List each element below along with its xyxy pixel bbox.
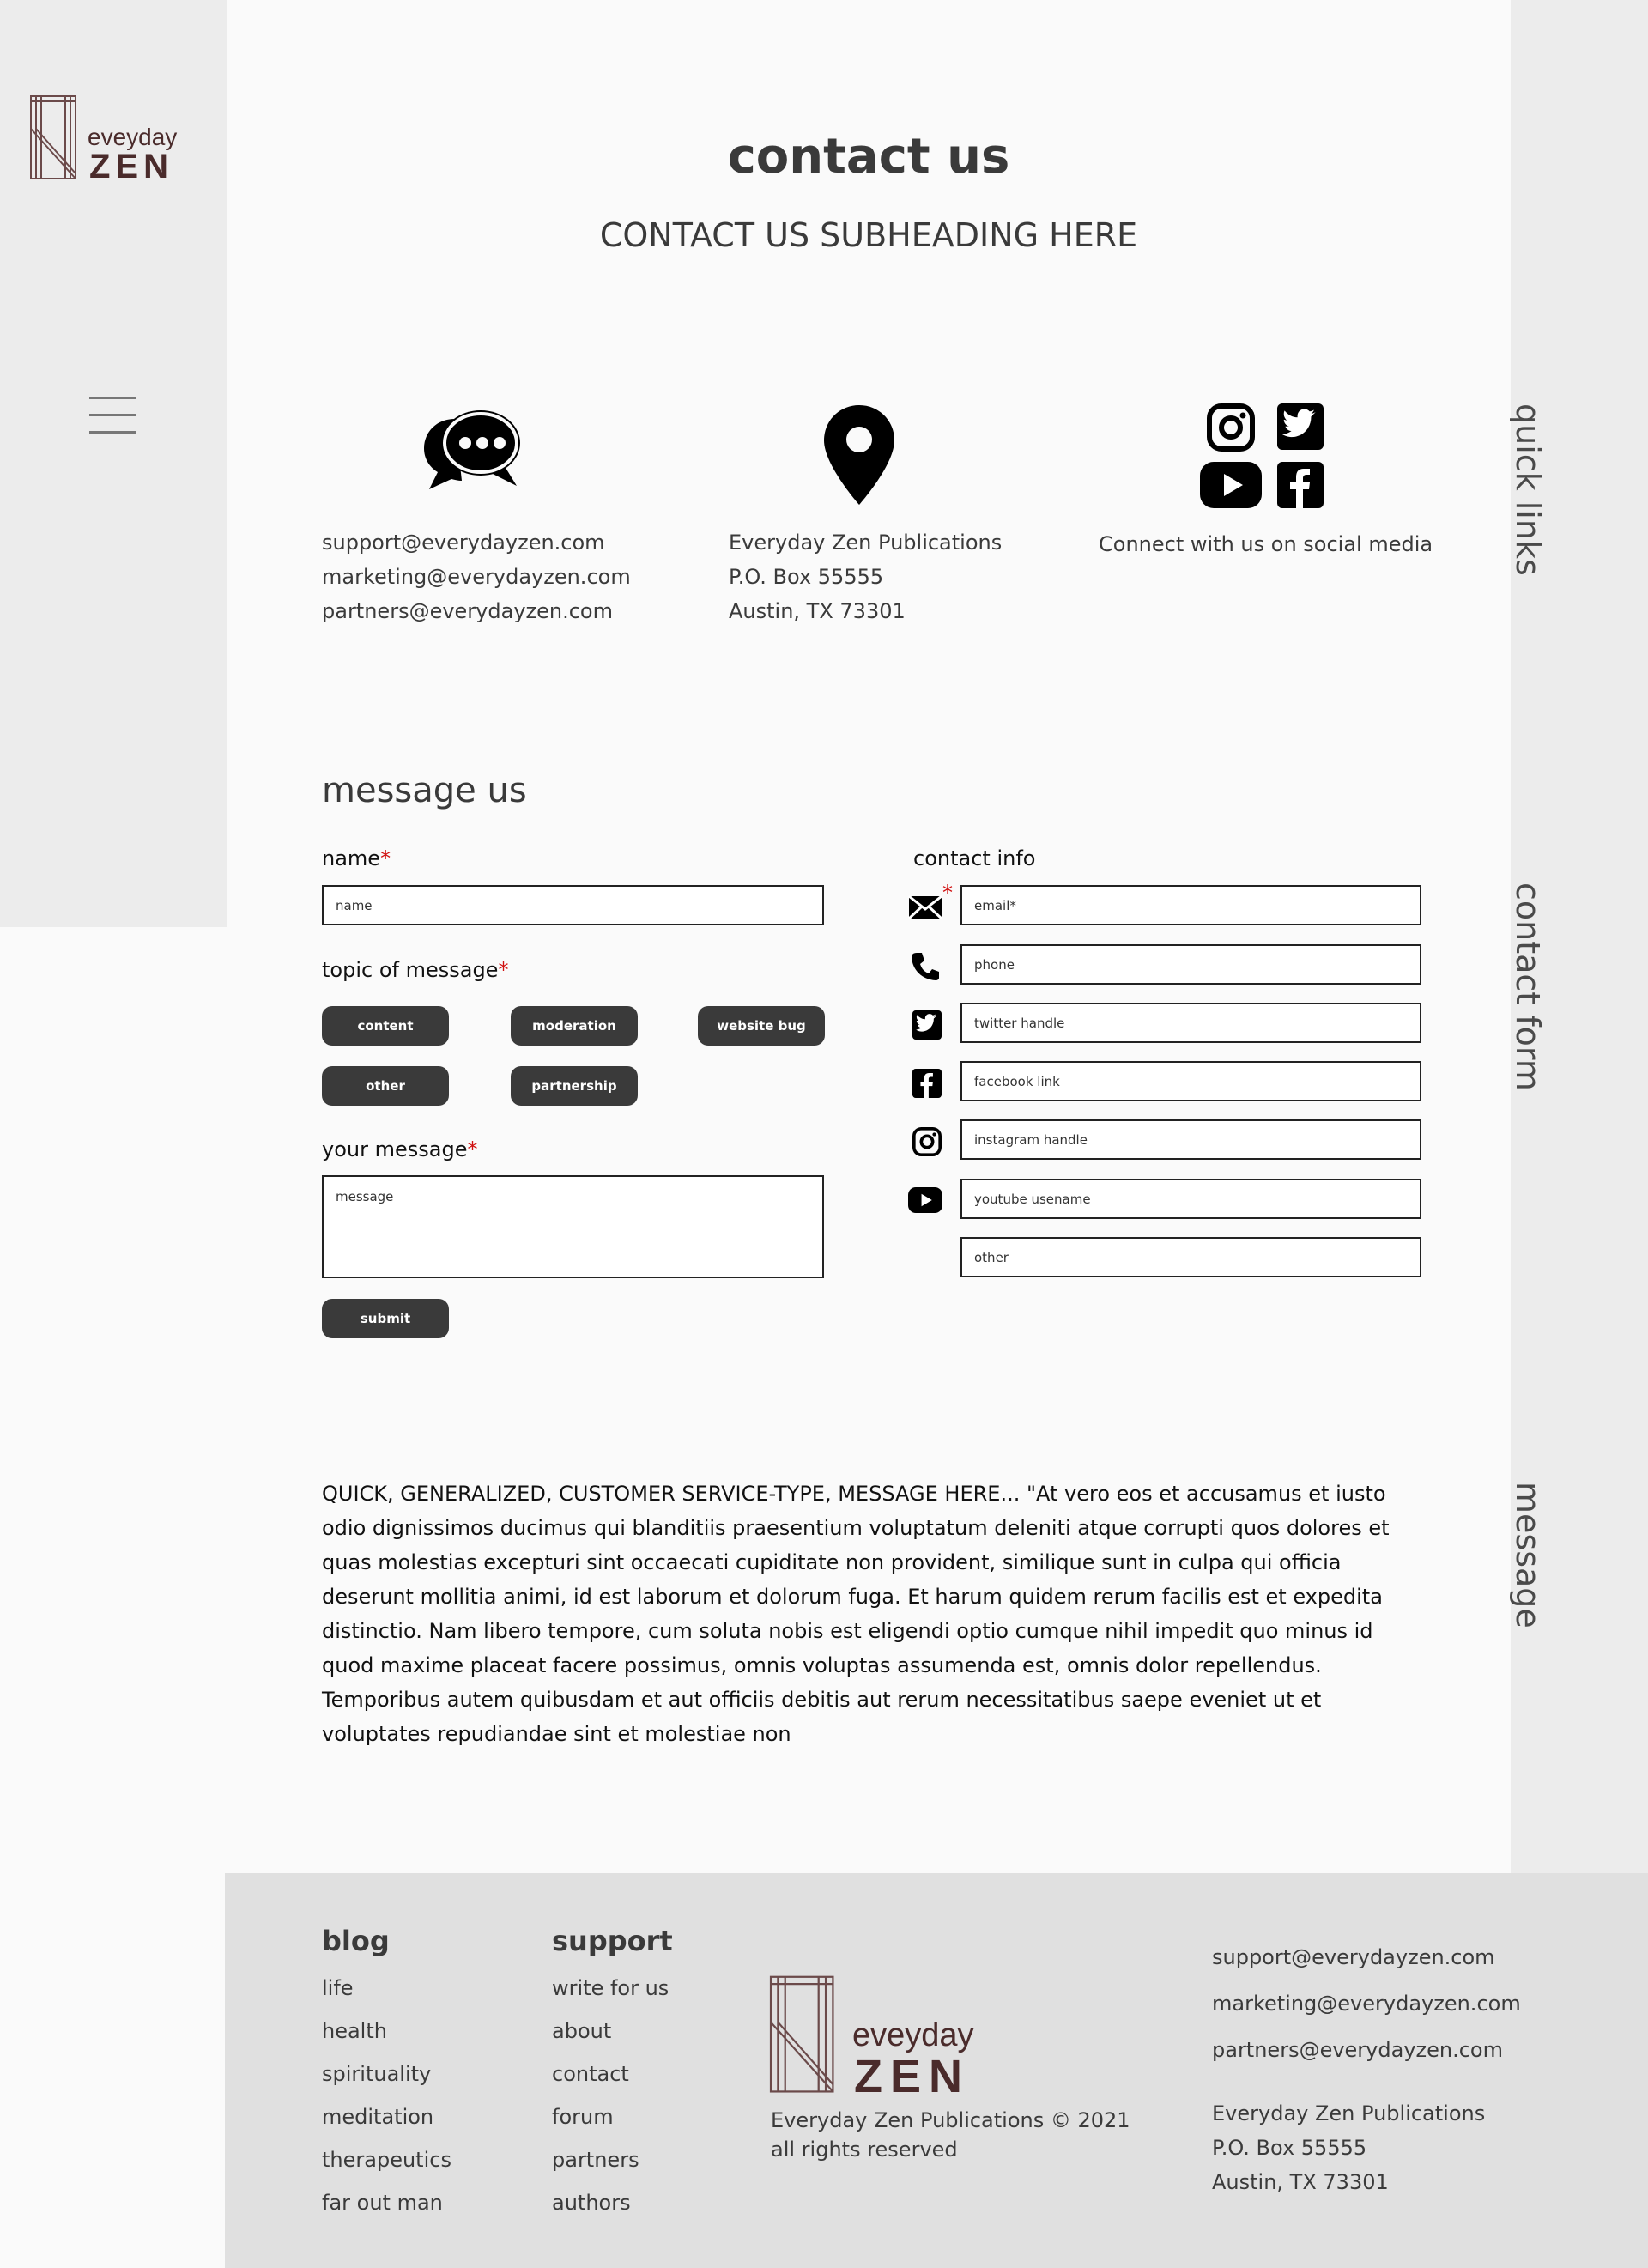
youtube-input[interactable] bbox=[960, 1179, 1421, 1219]
logo-mark-icon bbox=[769, 1975, 834, 2093]
youtube-icon[interactable] bbox=[1200, 462, 1262, 508]
page-title: contact us bbox=[727, 129, 1010, 185]
footer-blog-heading: blog bbox=[322, 1925, 390, 1957]
footer-address-line: Everyday Zen Publications bbox=[1212, 2101, 1486, 2125]
footer-link-health[interactable]: health bbox=[322, 2019, 387, 2043]
logo-word-bottom: ZEN bbox=[89, 148, 173, 185]
support-emails: support@everydayzen.com marketing@everyd… bbox=[322, 525, 631, 628]
footer-email-marketing[interactable]: marketing@everydayzen.com bbox=[1212, 1992, 1521, 2016]
address-line: P.O. Box 55555 bbox=[729, 565, 884, 589]
logo-word-top: eveyday bbox=[852, 2017, 974, 2053]
twitter-input[interactable] bbox=[960, 1003, 1421, 1043]
logo-word-bottom: ZEN bbox=[854, 2051, 970, 2102]
topic-partnership-button[interactable]: partnership bbox=[511, 1066, 638, 1106]
topic-label: topic of message* bbox=[322, 958, 508, 982]
form-title: message us bbox=[322, 771, 527, 810]
instagram-icon bbox=[910, 1125, 944, 1159]
message-label-text: your message bbox=[322, 1137, 468, 1161]
address-line: Austin, TX 73301 bbox=[729, 599, 906, 623]
facebook-icon[interactable] bbox=[1277, 462, 1324, 508]
footer-link-write-for-us[interactable]: write for us bbox=[552, 1976, 669, 2000]
topic-content-button[interactable]: content bbox=[322, 1006, 449, 1046]
logo-mark-icon bbox=[30, 95, 76, 179]
chat-bubbles-icon bbox=[424, 410, 520, 489]
message-label: your message* bbox=[322, 1137, 477, 1161]
brand-logo[interactable]: eveyday ZEN bbox=[29, 94, 192, 185]
hamburger-menu-icon[interactable] bbox=[89, 397, 136, 434]
email-input[interactable] bbox=[960, 885, 1421, 925]
footer-link-life[interactable]: life bbox=[322, 1976, 354, 2000]
footer-link-forum[interactable]: forum bbox=[552, 2105, 614, 2129]
footer-link-partners[interactable]: partners bbox=[552, 2148, 639, 2172]
contact-info-label: contact info bbox=[913, 846, 1036, 870]
topic-label-text: topic of message bbox=[322, 958, 499, 982]
email-required-mark: * bbox=[942, 881, 953, 905]
page-subheading: CONTACT US SUBHEADING HERE bbox=[599, 216, 1138, 254]
email-support-link[interactable]: support@everydayzen.com bbox=[322, 525, 631, 560]
email-marketing-link[interactable]: marketing@everydayzen.com bbox=[322, 560, 631, 594]
footer-support-heading: support bbox=[552, 1925, 673, 1957]
youtube-icon bbox=[908, 1183, 942, 1217]
footer-email-partners[interactable]: partners@everydayzen.com bbox=[1212, 2038, 1503, 2062]
required-mark: * bbox=[380, 846, 391, 870]
twitter-icon bbox=[910, 1008, 944, 1042]
footer-link-about[interactable]: about bbox=[552, 2019, 611, 2043]
footer-link-authors[interactable]: authors bbox=[552, 2191, 631, 2215]
tab-message[interactable]: message bbox=[1509, 1482, 1547, 1628]
name-label: name* bbox=[322, 846, 391, 870]
email-partners-link[interactable]: partners@everydayzen.com bbox=[322, 594, 631, 628]
required-mark: * bbox=[467, 1137, 478, 1161]
footer-link-spirituality[interactable]: spirituality bbox=[322, 2062, 431, 2086]
topic-other-button[interactable]: other bbox=[322, 1066, 449, 1106]
footer-brand-logo[interactable]: eveyday ZEN bbox=[768, 1974, 1009, 2102]
twitter-icon[interactable] bbox=[1277, 403, 1324, 450]
facebook-icon bbox=[910, 1066, 944, 1101]
topic-moderation-button[interactable]: moderation bbox=[511, 1006, 638, 1046]
footer-link-therapeutics[interactable]: therapeutics bbox=[322, 2148, 451, 2172]
submit-button[interactable]: submit bbox=[322, 1299, 449, 1338]
footer-email-support[interactable]: support@everydayzen.com bbox=[1212, 1945, 1495, 1969]
mailing-address: Everyday Zen Publications P.O. Box 55555… bbox=[729, 525, 1002, 628]
location-pin-icon bbox=[824, 405, 894, 505]
facebook-input[interactable] bbox=[960, 1061, 1421, 1101]
footer-link-far-out-man[interactable]: far out man bbox=[322, 2191, 443, 2215]
topic-website-bug-button[interactable]: website bug bbox=[698, 1006, 825, 1046]
tab-contact-form[interactable]: contact form bbox=[1509, 882, 1547, 1091]
required-mark: * bbox=[498, 958, 509, 982]
instagram-icon[interactable] bbox=[1207, 403, 1255, 452]
phone-icon bbox=[908, 949, 942, 984]
footer-copyright: Everyday Zen Publications © 2021 bbox=[771, 2108, 1130, 2132]
other-contact-input[interactable] bbox=[960, 1237, 1421, 1277]
name-label-text: name bbox=[322, 846, 381, 870]
tab-quick-links[interactable]: quick links bbox=[1509, 403, 1547, 576]
message-textarea[interactable] bbox=[322, 1175, 824, 1278]
envelope-icon bbox=[908, 889, 942, 924]
footer-link-contact[interactable]: contact bbox=[552, 2062, 629, 2086]
footer-address-line: P.O. Box 55555 bbox=[1212, 2136, 1367, 2160]
instagram-input[interactable] bbox=[960, 1119, 1421, 1160]
name-input[interactable] bbox=[322, 885, 824, 925]
footer-address-line: Austin, TX 73301 bbox=[1212, 2170, 1389, 2194]
footer-link-meditation[interactable]: meditation bbox=[322, 2105, 433, 2129]
address-line: Everyday Zen Publications bbox=[729, 531, 1003, 555]
social-caption: Connect with us on social media bbox=[1099, 532, 1433, 556]
customer-service-message: QUICK, GENERALIZED, CUSTOMER SERVICE-TYP… bbox=[322, 1482, 1390, 1746]
phone-input[interactable] bbox=[960, 944, 1421, 985]
footer-rights: all rights reserved bbox=[771, 2138, 958, 2162]
